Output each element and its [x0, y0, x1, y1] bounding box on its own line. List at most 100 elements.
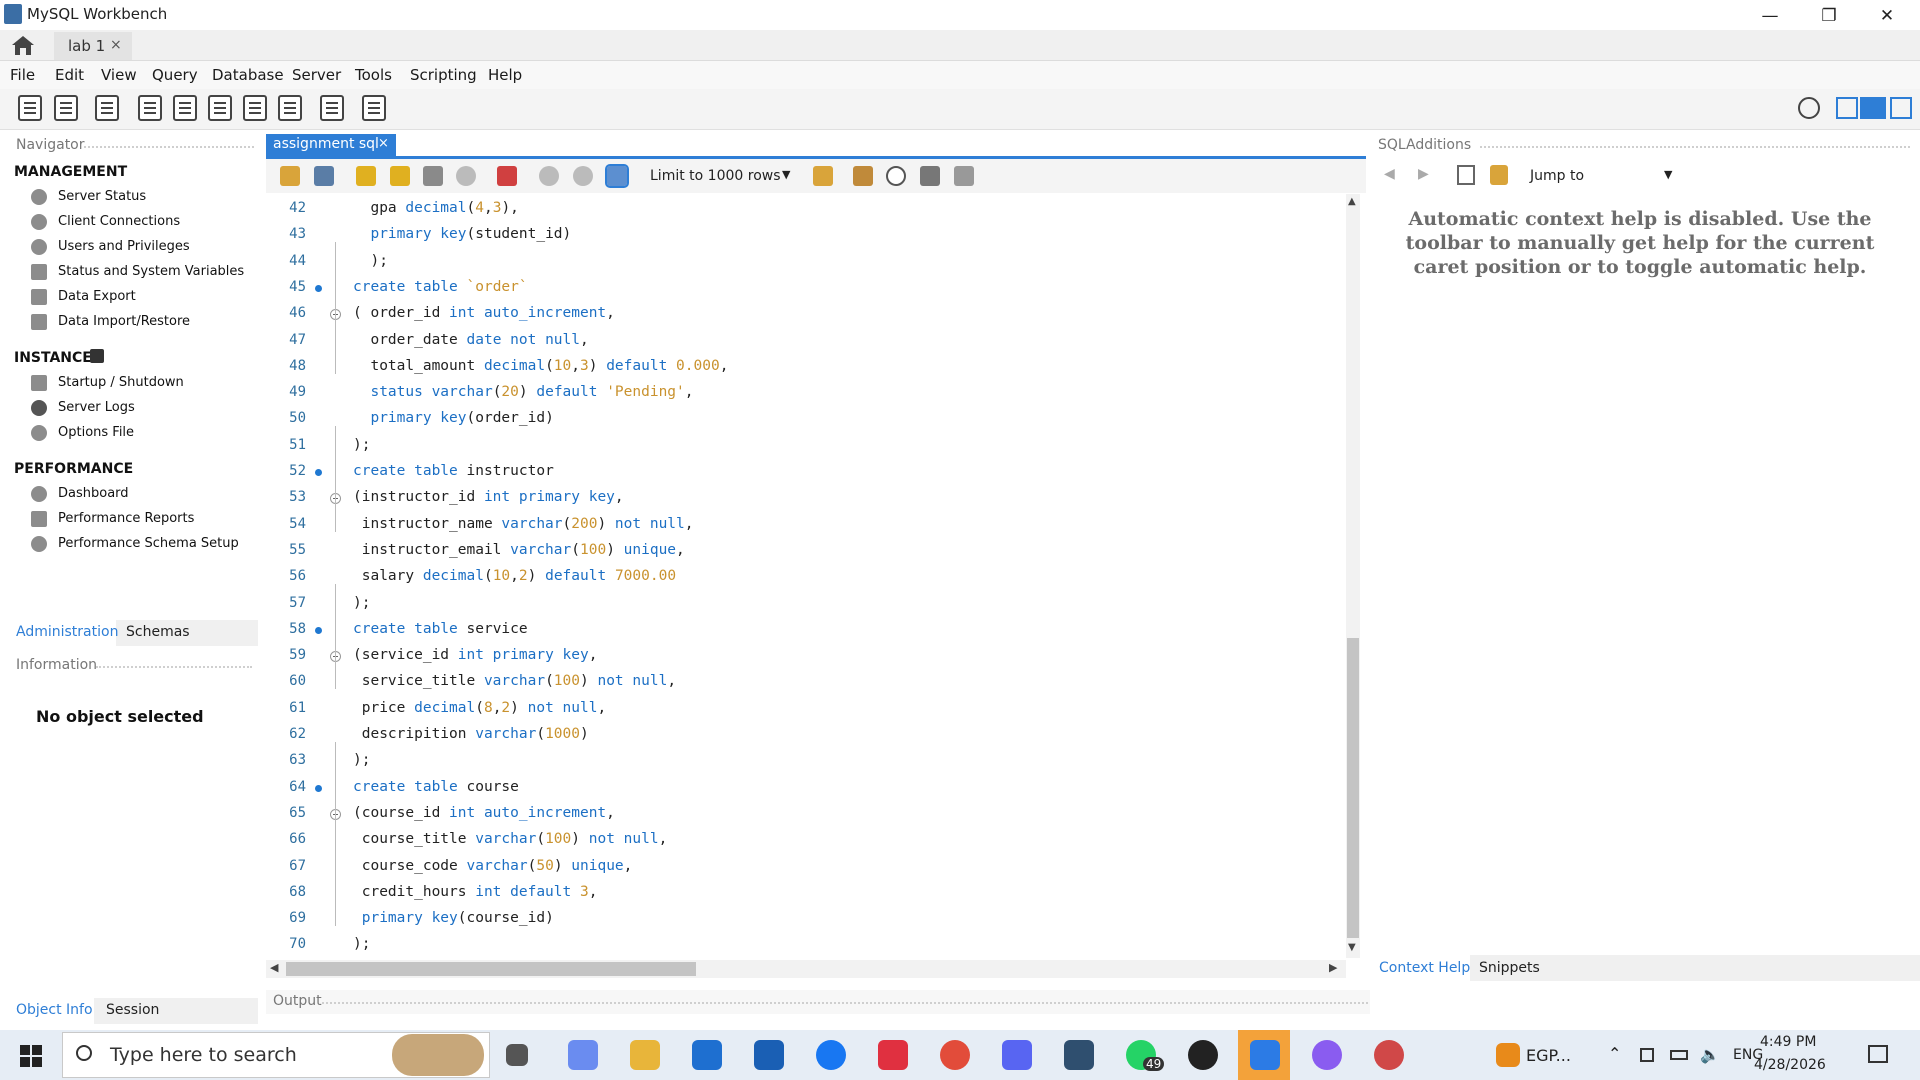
word-wrap-icon[interactable]: [954, 166, 974, 186]
clock-time[interactable]: 4:49 PM: [1760, 1034, 1816, 1050]
statement-marker-icon[interactable]: [315, 784, 322, 792]
close-button[interactable]: ✕: [1862, 2, 1912, 30]
code-line[interactable]: ( order_id int auto_increment,: [353, 305, 615, 321]
menu-view[interactable]: View: [101, 66, 137, 84]
copilot-icon[interactable]: [568, 1040, 598, 1070]
windows-start-icon[interactable]: [20, 1045, 42, 1071]
code-line[interactable]: (instructor_id int primary key,: [353, 489, 624, 505]
code-line[interactable]: );: [353, 936, 370, 952]
chrome-icon[interactable]: [940, 1040, 970, 1070]
taskbar-search-input[interactable]: Type here to search: [110, 1044, 297, 1066]
code-line[interactable]: service_title varchar(100) not null,: [353, 673, 676, 689]
code-line[interactable]: salary decimal(10,2) default 7000.00: [353, 568, 676, 584]
rollback-icon[interactable]: [573, 166, 593, 186]
code-line[interactable]: status varchar(20) default 'Pending',: [353, 384, 693, 400]
menu-server[interactable]: Server: [292, 66, 341, 84]
home-tab[interactable]: [8, 33, 48, 59]
code-line[interactable]: create table service: [353, 621, 528, 637]
code-line[interactable]: create table instructor: [353, 463, 554, 479]
notifications-icon[interactable]: [1868, 1045, 1888, 1063]
code-line[interactable]: );: [353, 253, 387, 269]
tray-currency-label[interactable]: EGP...: [1526, 1046, 1571, 1065]
autocommit-icon[interactable]: [605, 164, 629, 188]
code-line[interactable]: order_date date not null,: [353, 332, 588, 348]
open-file-icon[interactable]: [280, 166, 300, 186]
tab-schemas[interactable]: Schemas: [126, 624, 190, 640]
microsoft-store-icon[interactable]: [754, 1040, 784, 1070]
minimize-button[interactable]: —: [1745, 2, 1795, 30]
menu-file[interactable]: File: [10, 66, 35, 84]
task-view-icon[interactable]: [506, 1044, 528, 1066]
new-sql-tab-icon[interactable]: [18, 95, 42, 121]
toggle-sidebar-icon[interactable]: [1836, 97, 1858, 119]
search-table-data-icon[interactable]: [320, 95, 344, 121]
discord-icon[interactable]: [1002, 1040, 1032, 1070]
jump-to-select[interactable]: Jump to: [1530, 168, 1584, 184]
explain-icon[interactable]: [423, 166, 443, 186]
connection-tab-close-icon[interactable]: ×: [110, 37, 122, 53]
chatgpt-icon[interactable]: [1188, 1040, 1218, 1070]
reconnect-icon[interactable]: [362, 95, 386, 121]
code-line[interactable]: total_amount decimal(10,3) default 0.000…: [353, 358, 728, 374]
nav-data-import[interactable]: Data Import/Restore: [58, 314, 190, 329]
clock-date[interactable]: 4/28/2026: [1754, 1057, 1826, 1073]
scroll-left-icon[interactable]: ◀: [270, 961, 278, 974]
chevron-down-icon[interactable]: ▼: [1664, 168, 1672, 181]
back-icon[interactable]: ◀: [1384, 166, 1395, 182]
tab-object-info[interactable]: Object Info: [16, 1002, 93, 1018]
beautify-icon[interactable]: [853, 166, 873, 186]
search-icon[interactable]: [886, 166, 906, 186]
code-line[interactable]: );: [353, 595, 370, 611]
maps-icon[interactable]: [1312, 1040, 1342, 1070]
nav-data-export[interactable]: Data Export: [58, 289, 136, 304]
file-explorer-icon[interactable]: [630, 1040, 660, 1070]
add-snippet-icon[interactable]: [813, 166, 833, 186]
menu-query[interactable]: Query: [152, 66, 198, 84]
show-hidden-icons-icon[interactable]: ⌃: [1608, 1044, 1621, 1063]
create-function-icon[interactable]: [278, 95, 302, 121]
create-procedure-icon[interactable]: [243, 95, 267, 121]
menu-tools[interactable]: Tools: [355, 66, 392, 84]
toggle-output-icon[interactable]: [1860, 97, 1886, 119]
nav-performance-schema-setup[interactable]: Performance Schema Setup: [58, 536, 239, 551]
tab-session[interactable]: Session: [106, 1002, 159, 1018]
manual-help-icon[interactable]: [1457, 165, 1475, 185]
code-line[interactable]: (course_id int auto_increment,: [353, 805, 615, 821]
open-sql-script-icon[interactable]: [54, 95, 78, 121]
volume-icon[interactable]: 🔈: [1700, 1045, 1720, 1064]
code-line[interactable]: create table `order`: [353, 279, 528, 295]
tab-administration[interactable]: Administration: [16, 624, 118, 640]
code-line[interactable]: instructor_name varchar(200) not null,: [353, 516, 694, 532]
mysql-workbench-taskbar-icon[interactable]: [1064, 1040, 1094, 1070]
toggle-error-icon[interactable]: [497, 166, 517, 186]
auto-help-icon[interactable]: [1490, 165, 1508, 185]
media-app-icon[interactable]: [878, 1040, 908, 1070]
code-line[interactable]: credit_hours int default 3,: [353, 884, 598, 900]
nav-users-privileges[interactable]: Users and Privileges: [58, 239, 190, 254]
vertical-scroll-thumb[interactable]: [1347, 638, 1359, 938]
facebook-icon[interactable]: [816, 1040, 846, 1070]
tab-snippets[interactable]: Snippets: [1479, 960, 1540, 976]
nav-startup-shutdown[interactable]: Startup / Shutdown: [58, 375, 184, 390]
network-icon[interactable]: [1640, 1048, 1654, 1062]
nav-client-connections[interactable]: Client Connections: [58, 214, 180, 229]
scroll-up-icon[interactable]: ▲: [1348, 196, 1356, 207]
scroll-down-icon[interactable]: ▼: [1348, 942, 1356, 953]
code-line[interactable]: primary key(order_id): [353, 410, 553, 426]
menu-scripting[interactable]: Scripting: [410, 66, 477, 84]
code-line[interactable]: primary key(student_id): [353, 226, 571, 242]
execute-current-icon[interactable]: [390, 166, 410, 186]
code-line[interactable]: );: [353, 752, 370, 768]
code-line[interactable]: course_code varchar(50) unique,: [353, 858, 633, 874]
outlook-icon[interactable]: [692, 1040, 722, 1070]
nav-server-status[interactable]: Server Status: [58, 189, 146, 204]
sql-editor-tab-close-icon[interactable]: ×: [378, 136, 389, 151]
code-line[interactable]: (service_id int primary key,: [353, 647, 597, 663]
paint-icon[interactable]: [1374, 1040, 1404, 1070]
code-line[interactable]: price decimal(8,2) not null,: [353, 700, 606, 716]
invisible-chars-icon[interactable]: [920, 166, 940, 186]
statement-marker-icon[interactable]: [315, 626, 322, 634]
statement-marker-icon[interactable]: [315, 469, 322, 476]
code-line[interactable]: primary key(course_id): [353, 910, 554, 926]
settings-icon[interactable]: [1798, 97, 1820, 119]
